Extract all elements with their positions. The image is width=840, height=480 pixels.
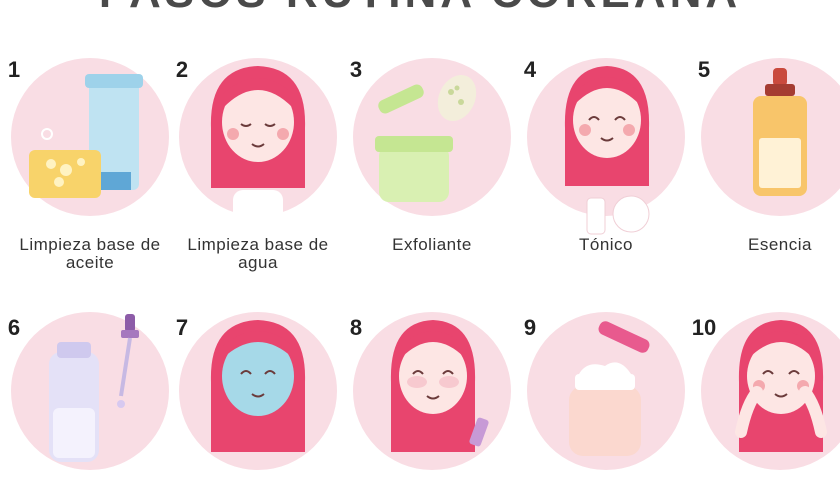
step-10: 10 (686, 0, 840, 470)
moisturizer-jar-icon (569, 321, 650, 456)
step-8: 8 (338, 0, 520, 470)
step-number: 10 (686, 310, 722, 346)
step-9: 9 (512, 0, 694, 470)
girl-face-massage-icon (735, 320, 827, 452)
step-7: 7 (164, 0, 346, 470)
girl-sheet-mask-icon (210, 320, 306, 452)
step-label: Limpieza base de agua (187, 235, 329, 272)
girl-eye-cream-icon (390, 320, 489, 452)
step-number: 8 (338, 310, 374, 346)
serum-bottle-icon (49, 314, 139, 462)
step-number: 9 (512, 310, 548, 346)
step-6: 6 (0, 0, 178, 470)
step-label: Limpieza base de aceite (19, 235, 161, 272)
step-number: 7 (164, 310, 200, 346)
